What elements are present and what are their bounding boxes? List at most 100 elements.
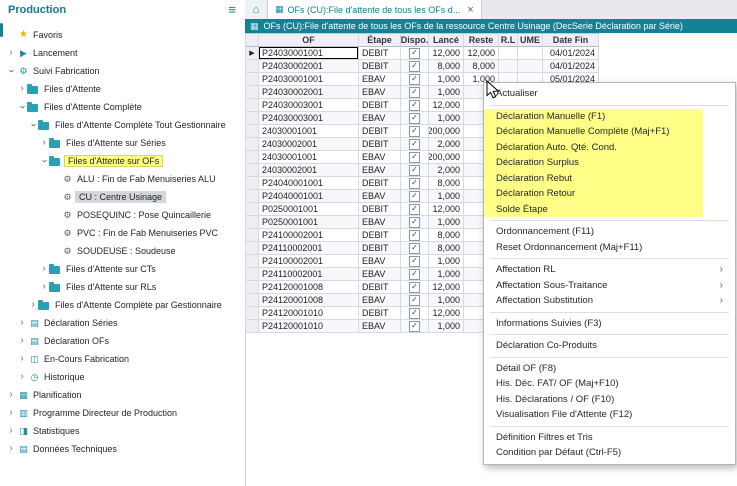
hamburger-menu-icon[interactable]: ≡ <box>228 0 236 20</box>
tree-item-posequinc-pose-quincaillerie[interactable]: ⚙POSEQUINC : Pose Quincaillerie <box>0 206 245 224</box>
menu-item-affectation-sous-traitance[interactable]: Affectation Sous-Traitance› <box>484 278 735 294</box>
menu-item-ordonnancement-f11[interactable]: Ordonnancement (F11) <box>484 224 735 240</box>
menu-item-declaration-manuelle-f1[interactable]: Déclaration Manuelle (F1) <box>484 109 703 125</box>
chevron-collapsed-icon[interactable]: › <box>6 426 16 436</box>
lance-cell[interactable]: 200,000 <box>429 125 464 138</box>
tree-item-cu-centre-usinage[interactable]: ⚙CU : Centre Usinage <box>0 188 245 206</box>
reste-cell[interactable]: 12,000 <box>464 47 499 60</box>
lance-cell[interactable]: 8,000 <box>429 242 464 255</box>
chevron-expanded-icon[interactable]: › <box>17 102 27 112</box>
column-header-reste[interactable]: Reste <box>464 34 499 47</box>
dispo-cell[interactable]: ✓ <box>401 216 429 229</box>
dispo-cell[interactable]: ✓ <box>401 242 429 255</box>
menu-item-condition-par-defaut-ctrl-f5[interactable]: Condition par Défaut (Ctrl-F5) <box>484 445 735 461</box>
lance-cell[interactable]: 8,000 <box>429 229 464 242</box>
dispo-checkbox[interactable]: ✓ <box>409 295 420 306</box>
ume-cell[interactable] <box>518 60 543 73</box>
row-header[interactable] <box>246 177 259 190</box>
of-cell[interactable]: 24030001001 <box>259 125 359 138</box>
etape-cell[interactable]: EBAV <box>359 86 401 99</box>
dispo-checkbox[interactable]: ✓ <box>409 230 420 241</box>
of-cell[interactable]: P24120001010 <box>259 307 359 320</box>
menu-item-definition-filtres-et-tris[interactable]: Définition Filtres et Tris <box>484 430 735 446</box>
lance-cell[interactable]: 1,000 <box>429 216 464 229</box>
row-header[interactable] <box>246 164 259 177</box>
dispo-cell[interactable]: ✓ <box>401 229 429 242</box>
chevron-collapsed-icon[interactable]: › <box>17 336 27 346</box>
etape-cell[interactable]: EBAV <box>359 151 401 164</box>
menu-item-informations-suivies-f3[interactable]: Informations Suivies (F3) <box>484 316 735 332</box>
dispo-checkbox[interactable]: ✓ <box>409 321 420 332</box>
row-header[interactable] <box>246 242 259 255</box>
of-cell[interactable]: P24030001001 <box>259 73 359 86</box>
dispo-checkbox[interactable]: ✓ <box>409 113 420 124</box>
column-header-r-l[interactable]: R.L <box>499 34 518 47</box>
row-header[interactable] <box>246 268 259 281</box>
tree-item-pvc-fin-de-fab-menuiseries-pvc[interactable]: ⚙PVC : Fin de Fab Menuiseries PVC <box>0 224 245 242</box>
etape-cell[interactable]: EBAV <box>359 112 401 125</box>
lance-cell[interactable]: 1,000 <box>429 320 464 333</box>
date-fin-cell[interactable]: 04/01/2024 <box>543 47 599 60</box>
lance-cell[interactable]: 1,000 <box>429 112 464 125</box>
of-cell[interactable]: P24110002001 <box>259 242 359 255</box>
menu-item-visualisation-file-d-attente-f12[interactable]: Visualisation File d'Attente (F12) <box>484 407 735 423</box>
chevron-collapsed-icon[interactable]: › <box>6 408 16 418</box>
menu-item-declaration-surplus[interactable]: Déclaration Surplus <box>484 155 703 171</box>
etape-cell[interactable]: EBAV <box>359 255 401 268</box>
column-header-selector[interactable] <box>246 34 259 47</box>
row-header[interactable] <box>246 60 259 73</box>
lance-cell[interactable]: 12,000 <box>429 281 464 294</box>
chevron-collapsed-icon[interactable]: › <box>17 84 27 94</box>
tree-item-suivi-fabrication[interactable]: ›⚙Suivi Fabrication <box>0 62 245 80</box>
menu-item-declaration-manuelle-complete-maj-f1[interactable]: Déclaration Manuelle Complète (Maj+F1) <box>484 124 703 140</box>
tree-item-planification[interactable]: ›▦Planification <box>0 386 245 404</box>
tree-item-declaration-series[interactable]: ›▤Déclaration Séries <box>0 314 245 332</box>
dispo-cell[interactable]: ✓ <box>401 112 429 125</box>
menu-item-reset-ordonnancement-maj-f11[interactable]: Reset Ordonnancement (Maj+F11) <box>484 240 735 256</box>
lance-cell[interactable]: 1,000 <box>429 294 464 307</box>
etape-cell[interactable]: DEBIT <box>359 307 401 320</box>
dispo-cell[interactable]: ✓ <box>401 320 429 333</box>
of-cell[interactable]: P24030002001 <box>259 60 359 73</box>
dispo-checkbox[interactable]: ✓ <box>409 74 420 85</box>
menu-item-solde-etape[interactable]: Solde Étape <box>484 202 703 218</box>
of-cell[interactable]: 24030002001 <box>259 164 359 177</box>
menu-item-affectation-substitution[interactable]: Affectation Substitution› <box>484 293 735 309</box>
tree-item-files-d-attente[interactable]: ›Files d'Attente <box>0 80 245 98</box>
dispo-cell[interactable]: ✓ <box>401 190 429 203</box>
chevron-collapsed-icon[interactable]: › <box>17 354 27 364</box>
tab-ofs-cu[interactable]: ▦ OFs (CU):File d'attente de tous les OF… <box>268 0 482 19</box>
row-header[interactable] <box>246 294 259 307</box>
lance-cell[interactable]: 12,000 <box>429 99 464 112</box>
tab-close-icon[interactable]: × <box>467 4 473 16</box>
row-header[interactable] <box>246 112 259 125</box>
row-header[interactable] <box>246 203 259 216</box>
lance-cell[interactable]: 2,000 <box>429 164 464 177</box>
etape-cell[interactable]: DEBIT <box>359 99 401 112</box>
tree-item-files-d-attente-sur-rls[interactable]: ›Files d'Attente sur RLs <box>0 278 245 296</box>
menu-item-actualiser[interactable]: Actualiser <box>484 86 735 102</box>
of-cell[interactable]: P24040001001 <box>259 190 359 203</box>
dispo-cell[interactable]: ✓ <box>401 73 429 86</box>
dispo-cell[interactable]: ✓ <box>401 203 429 216</box>
chevron-collapsed-icon[interactable]: › <box>39 138 49 148</box>
lance-cell[interactable]: 1,000 <box>429 255 464 268</box>
of-cell[interactable]: P24120001008 <box>259 294 359 307</box>
lance-cell[interactable]: 1,000 <box>429 73 464 86</box>
row-header[interactable] <box>246 216 259 229</box>
tree-item-programme-directeur-de-production[interactable]: ›▥Programme Directeur de Production <box>0 404 245 422</box>
dispo-cell[interactable]: ✓ <box>401 125 429 138</box>
of-cell[interactable]: P24110002001 <box>259 268 359 281</box>
lance-cell[interactable]: 1,000 <box>429 268 464 281</box>
lance-cell[interactable]: 1,000 <box>429 86 464 99</box>
lance-cell[interactable]: 8,000 <box>429 177 464 190</box>
ume-cell[interactable] <box>518 47 543 60</box>
of-cell[interactable]: P24030001001 <box>259 47 359 60</box>
column-header-lance[interactable]: Lancé <box>429 34 464 47</box>
menu-item-his-dec-fat-of-maj-f10[interactable]: His. Déc. FAT/ OF (Maj+F10) <box>484 376 735 392</box>
chevron-collapsed-icon[interactable]: › <box>39 264 49 274</box>
row-header[interactable] <box>246 125 259 138</box>
dispo-cell[interactable]: ✓ <box>401 177 429 190</box>
dispo-checkbox[interactable]: ✓ <box>409 178 420 189</box>
etape-cell[interactable]: DEBIT <box>359 242 401 255</box>
